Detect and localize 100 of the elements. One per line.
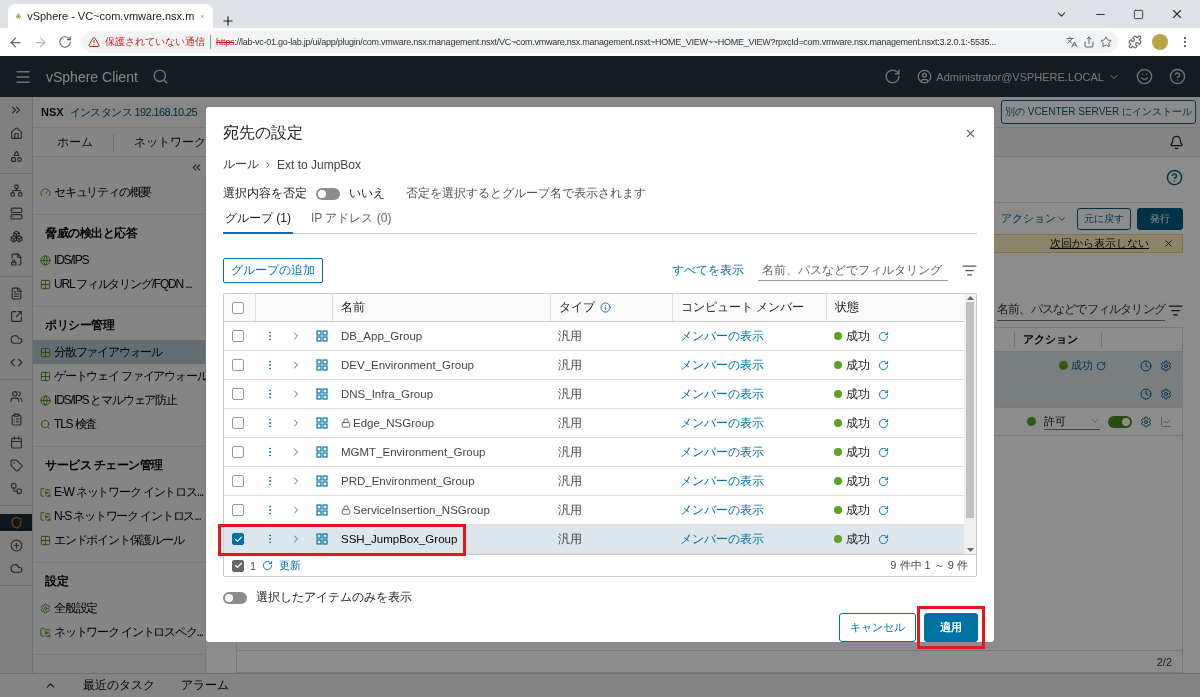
row-checkbox[interactable]	[232, 388, 244, 400]
members-link[interactable]: メンバーの表示	[680, 472, 764, 490]
apply-button[interactable]: 適用	[924, 613, 978, 642]
nav-item[interactable]: エンドポイント保護ルール	[33, 528, 205, 552]
file-lock-icon[interactable]	[9, 253, 23, 266]
info-icon[interactable]	[600, 302, 611, 313]
publish-button[interactable]: 発行	[1137, 208, 1183, 230]
dialog-tab[interactable]: IP アドレス (0)	[309, 206, 394, 234]
row-checkbox[interactable]	[232, 417, 244, 429]
external-link-icon[interactable]	[9, 310, 23, 323]
refresh-icon[interactable]	[262, 560, 274, 571]
members-link[interactable]: メンバーの表示	[680, 356, 764, 374]
settings-icon[interactable]	[1160, 387, 1172, 400]
reload-icon[interactable]	[58, 35, 72, 49]
instance-selector[interactable]: インスタンス 192.168.10.25	[69, 104, 198, 120]
bottom-tab[interactable]: 最近のタスク	[83, 677, 155, 694]
refresh-icon[interactable]	[878, 388, 889, 400]
maximize-icon[interactable]	[1133, 8, 1144, 20]
members-link[interactable]: メンバーの表示	[680, 530, 764, 548]
nav-item[interactable]: 全般設定	[33, 596, 205, 620]
address-bar[interactable]: 保護されていない通信 https://lab-vc-01.go-lab.jp/ui/app/plugin/com.vmware.nsx.management.nsxt/VC~com.vmware.nsx.management.nsxt~HOME_VIEW~~HOME_VIEW?rpxcId=com.vmware.nsx.management.nsxt:3.2.0.1:-5535...	[82, 31, 1118, 53]
document-icon[interactable]	[9, 287, 23, 300]
close-icon[interactable]	[1170, 7, 1184, 21]
new-tab-icon[interactable]	[221, 14, 235, 28]
dismiss-link[interactable]: 次回から表示しない	[1050, 236, 1149, 251]
plus-circle-icon[interactable]	[9, 539, 23, 552]
actions-menu[interactable]: アクション	[1001, 212, 1067, 226]
filter-icon[interactable]	[962, 263, 977, 278]
refresh-icon[interactable]	[878, 504, 889, 516]
bottom-tab[interactable]: アラーム	[181, 677, 229, 694]
show-all-link[interactable]: すべてを表示	[672, 262, 744, 279]
scroll-down-icon[interactable]	[966, 548, 974, 552]
code-icon[interactable]	[9, 356, 23, 369]
nav-tab[interactable]: ホーム	[37, 133, 114, 151]
clock-icon[interactable]	[1140, 387, 1152, 400]
close-icon[interactable]	[964, 127, 977, 140]
bookmark-star-icon[interactable]	[1100, 36, 1112, 48]
refresh-icon[interactable]	[878, 446, 889, 458]
boxes-icon[interactable]	[9, 230, 23, 243]
expand-icon[interactable]	[9, 103, 23, 117]
chart-icon[interactable]	[1160, 415, 1172, 428]
close-icon[interactable]	[1163, 238, 1174, 249]
scrollbar[interactable]	[964, 294, 976, 554]
tag-icon[interactable]	[9, 459, 23, 472]
nav-item[interactable]: E-W ネットワーク イントロス...	[33, 480, 205, 504]
members-link[interactable]: メンバーの表示	[680, 501, 764, 519]
calendar-icon[interactable]	[9, 436, 23, 449]
workflow-icon[interactable]	[9, 482, 23, 495]
selection-checkbox[interactable]	[232, 559, 244, 572]
nav-item[interactable]: IDS/IPS とマルウェア防止	[33, 388, 205, 412]
users-icon[interactable]	[9, 390, 23, 403]
cancel-button[interactable]: キャンセル	[839, 613, 916, 642]
browser-tab[interactable]: vSphere - VC~com.vmware.nsx.m	[8, 4, 213, 28]
add-group-button[interactable]: グループの追加	[223, 258, 323, 283]
breadcrumb-item[interactable]: ルール	[223, 156, 259, 173]
settings-icon[interactable]	[1140, 415, 1152, 428]
user-menu[interactable]: Administrator@VSPHERE.LOCAL	[917, 69, 1120, 84]
rule-toggle[interactable]	[1108, 415, 1132, 428]
cloud-icon[interactable]	[9, 562, 23, 575]
refresh-icon[interactable]	[878, 359, 889, 371]
feedback-smiley-icon[interactable]	[1136, 68, 1153, 85]
refresh-icon[interactable]	[878, 417, 889, 429]
nav-item[interactable]: IDS/IPS	[33, 248, 205, 272]
extensions-icon[interactable]	[1128, 35, 1142, 49]
settings-icon[interactable]	[1160, 359, 1172, 372]
negate-toggle[interactable]	[316, 187, 340, 200]
nav-item[interactable]: N-S ネットワーク イントロス...	[33, 504, 205, 528]
row-checkbox[interactable]	[232, 359, 244, 371]
clock-icon[interactable]	[1140, 359, 1152, 372]
select-all-checkbox[interactable]	[232, 301, 244, 314]
back-icon[interactable]	[8, 34, 23, 50]
help-icon[interactable]	[1166, 169, 1183, 186]
filter-icon[interactable]	[1168, 302, 1183, 318]
filter-field[interactable]: 名前、パスなどでフィルタリング	[997, 299, 1165, 321]
scroll-up-icon[interactable]	[966, 296, 974, 300]
members-link[interactable]: メンバーの表示	[680, 385, 764, 403]
nav-item[interactable]: URL フィルタリング/FQDN ...	[33, 272, 205, 296]
refresh-icon[interactable]	[878, 330, 889, 342]
search-icon[interactable]	[151, 68, 169, 85]
translate-icon[interactable]	[1066, 36, 1078, 48]
profile-avatar[interactable]	[1152, 34, 1168, 50]
share-icon[interactable]	[1083, 36, 1095, 48]
install-button[interactable]: 別の VCENTER SERVER にインストール	[1000, 100, 1196, 124]
members-link[interactable]: メンバーの表示	[680, 443, 764, 461]
collapse-icon[interactable]	[190, 161, 203, 174]
revert-button[interactable]: 元に戻す	[1077, 208, 1131, 230]
refresh-icon[interactable]	[878, 475, 889, 487]
refresh-icon[interactable]	[1096, 360, 1106, 371]
refresh-icon[interactable]	[884, 68, 902, 85]
row-checkbox[interactable]	[232, 504, 244, 516]
nav-item[interactable]: 分散ファイアウォール	[33, 340, 205, 364]
members-link[interactable]: メンバーの表示	[680, 327, 764, 345]
refresh-icon[interactable]	[878, 533, 889, 545]
refresh-link[interactable]: 更新	[279, 558, 302, 573]
action-select[interactable]: 許可	[1044, 413, 1100, 430]
nav-item[interactable]: ネットワーク イントロスペク...	[33, 620, 205, 644]
row-checkbox[interactable]	[232, 330, 244, 342]
home-icon[interactable]	[9, 127, 23, 140]
notification-bell-icon[interactable]	[1169, 134, 1184, 150]
members-link[interactable]: メンバーの表示	[680, 414, 764, 432]
